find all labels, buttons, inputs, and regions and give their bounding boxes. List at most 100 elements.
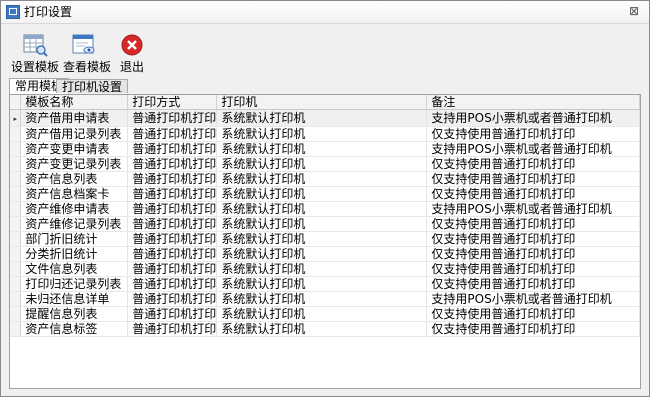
exit-button[interactable]: 退出: [114, 30, 150, 73]
row-header[interactable]: [10, 216, 22, 232]
table-row[interactable]: ▸ 资产借用申请表 普通打印机打印 系统默认打印机 支持用POS小票机或者普通打印机: [10, 109, 640, 127]
table-cell[interactable]: 系统默认打印机: [216, 231, 428, 247]
row-header[interactable]: [10, 201, 22, 217]
table-row[interactable]: 文件信息列表 普通打印机打印 系统默认打印机 仅支持使用普通打印机打印: [10, 261, 640, 277]
table-cell[interactable]: 普通打印机打印: [127, 216, 218, 232]
table-cell[interactable]: 系统默认打印机: [216, 261, 428, 277]
table-row[interactable]: 资产维修记录列表 普通打印机打印 系统默认打印机 仅支持使用普通打印机打印: [10, 216, 640, 232]
table-cell[interactable]: 系统默认打印机: [216, 291, 428, 307]
table-cell[interactable]: 资产信息列表: [20, 171, 129, 187]
table-cell[interactable]: 普通打印机打印: [127, 126, 218, 142]
row-header[interactable]: [10, 321, 22, 337]
table-cell[interactable]: 系统默认打印机: [216, 109, 428, 127]
table-cell[interactable]: 仅支持使用普通打印机打印: [426, 321, 640, 337]
table-cell[interactable]: 系统默认打印机: [216, 306, 428, 322]
table-cell[interactable]: 系统默认打印机: [216, 126, 428, 142]
table-row[interactable]: 资产信息档案卡 普通打印机打印 系统默认打印机 仅支持使用普通打印机打印: [10, 186, 640, 202]
table-row[interactable]: 资产信息标签 普通打印机打印 系统默认打印机 仅支持使用普通打印机打印: [10, 321, 640, 337]
table-cell[interactable]: 普通打印机打印: [127, 186, 218, 202]
table-cell[interactable]: 仅支持使用普通打印机打印: [426, 171, 640, 187]
title-bar[interactable]: 打印设置 ⊠: [1, 1, 649, 24]
table-row[interactable]: 提醒信息列表 普通打印机打印 系统默认打印机 仅支持使用普通打印机打印: [10, 306, 640, 322]
table-cell[interactable]: 支持用POS小票机或者普通打印机: [426, 291, 640, 307]
table-cell[interactable]: 仅支持使用普通打印机打印: [426, 246, 640, 262]
column-header[interactable]: 模板名称: [20, 95, 129, 110]
table-cell[interactable]: 资产变更记录列表: [20, 156, 129, 172]
table-row[interactable]: 资产变更申请表 普通打印机打印 系统默认打印机 支持用POS小票机或者普通打印机: [10, 141, 640, 157]
table-cell[interactable]: 系统默认打印机: [216, 186, 428, 202]
table-cell[interactable]: 系统默认打印机: [216, 201, 428, 217]
table-cell[interactable]: 支持用POS小票机或者普通打印机: [426, 201, 640, 217]
table-cell[interactable]: 文件信息列表: [20, 261, 129, 277]
table-cell[interactable]: 普通打印机打印: [127, 141, 218, 157]
table-cell[interactable]: 普通打印机打印: [127, 246, 218, 262]
table-cell[interactable]: 系统默认打印机: [216, 276, 428, 292]
table-cell[interactable]: 系统默认打印机: [216, 216, 428, 232]
table-cell[interactable]: 普通打印机打印: [127, 156, 218, 172]
table-cell[interactable]: 资产借用申请表: [20, 109, 129, 127]
table-cell[interactable]: 普通打印机打印: [127, 306, 218, 322]
set-template-button[interactable]: 设置模板: [9, 30, 61, 73]
table-cell[interactable]: 普通打印机打印: [127, 231, 218, 247]
row-header[interactable]: [10, 261, 22, 277]
table-row[interactable]: 资产维修申请表 普通打印机打印 系统默认打印机 支持用POS小票机或者普通打印机: [10, 201, 640, 217]
table-cell[interactable]: 资产信息档案卡: [20, 186, 129, 202]
row-header[interactable]: [10, 126, 22, 142]
row-header[interactable]: [10, 246, 22, 262]
table-cell[interactable]: 仅支持使用普通打印机打印: [426, 156, 640, 172]
table-cell[interactable]: 系统默认打印机: [216, 141, 428, 157]
table-row[interactable]: 资产变更记录列表 普通打印机打印 系统默认打印机 仅支持使用普通打印机打印: [10, 156, 640, 172]
table-cell[interactable]: 仅支持使用普通打印机打印: [426, 231, 640, 247]
table-cell[interactable]: 资产维修申请表: [20, 201, 129, 217]
table-cell[interactable]: 普通打印机打印: [127, 261, 218, 277]
table-cell[interactable]: 资产信息标签: [20, 321, 129, 337]
table-row[interactable]: 资产借用记录列表 普通打印机打印 系统默认打印机 仅支持使用普通打印机打印: [10, 126, 640, 142]
table-cell[interactable]: 系统默认打印机: [216, 246, 428, 262]
column-header[interactable]: 备注: [426, 95, 640, 110]
row-header[interactable]: [10, 291, 22, 307]
table-cell[interactable]: 分类折旧统计: [20, 246, 129, 262]
row-header[interactable]: [10, 306, 22, 322]
table-cell[interactable]: 普通打印机打印: [127, 291, 218, 307]
tab-printer-settings[interactable]: 打印机设置: [56, 79, 129, 94]
row-header[interactable]: [10, 171, 22, 187]
table-cell[interactable]: 仅支持使用普通打印机打印: [426, 186, 640, 202]
table-cell[interactable]: 仅支持使用普通打印机打印: [426, 306, 640, 322]
table-cell[interactable]: 仅支持使用普通打印机打印: [426, 126, 640, 142]
table-row[interactable]: 部门折旧统计 普通打印机打印 系统默认打印机 仅支持使用普通打印机打印: [10, 231, 640, 247]
row-header[interactable]: [10, 141, 22, 157]
table-cell[interactable]: 普通打印机打印: [127, 109, 218, 127]
table-cell[interactable]: 普通打印机打印: [127, 171, 218, 187]
table-cell[interactable]: 资产变更申请表: [20, 141, 129, 157]
row-header[interactable]: ▸: [10, 109, 22, 127]
table-cell[interactable]: 未归还信息详单: [20, 291, 129, 307]
row-header[interactable]: [10, 156, 22, 172]
column-header[interactable]: 打印机: [216, 95, 428, 110]
table-cell[interactable]: 资产借用记录列表: [20, 126, 129, 142]
table-cell[interactable]: 普通打印机打印: [127, 276, 218, 292]
table-row[interactable]: 打印归还记录列表 普通打印机打印 系统默认打印机 仅支持使用普通打印机打印: [10, 276, 640, 292]
table-cell[interactable]: 支持用POS小票机或者普通打印机: [426, 141, 640, 157]
table-cell[interactable]: 系统默认打印机: [216, 156, 428, 172]
table-cell[interactable]: 提醒信息列表: [20, 306, 129, 322]
column-header[interactable]: 打印方式: [127, 95, 218, 110]
table-cell[interactable]: 部门折旧统计: [20, 231, 129, 247]
table-cell[interactable]: 仅支持使用普通打印机打印: [426, 276, 640, 292]
table-row[interactable]: 分类折旧统计 普通打印机打印 系统默认打印机 仅支持使用普通打印机打印: [10, 246, 640, 262]
table-cell[interactable]: 仅支持使用普通打印机打印: [426, 216, 640, 232]
close-icon[interactable]: ⊠: [627, 4, 641, 18]
table-cell[interactable]: 打印归还记录列表: [20, 276, 129, 292]
table-cell[interactable]: 支持用POS小票机或者普通打印机: [426, 109, 640, 127]
table-cell[interactable]: 资产维修记录列表: [20, 216, 129, 232]
row-header[interactable]: [10, 186, 22, 202]
table-row[interactable]: 资产信息列表 普通打印机打印 系统默认打印机 仅支持使用普通打印机打印: [10, 171, 640, 187]
table-cell[interactable]: 仅支持使用普通打印机打印: [426, 261, 640, 277]
table-cell[interactable]: 系统默认打印机: [216, 171, 428, 187]
table-cell[interactable]: 系统默认打印机: [216, 321, 428, 337]
view-template-button[interactable]: 查看模板: [63, 30, 111, 73]
row-header[interactable]: [10, 231, 22, 247]
table-cell[interactable]: 普通打印机打印: [127, 201, 218, 217]
table-row[interactable]: 未归还信息详单 普通打印机打印 系统默认打印机 支持用POS小票机或者普通打印机: [10, 291, 640, 307]
row-header[interactable]: [10, 276, 22, 292]
table-cell[interactable]: 普通打印机打印: [127, 321, 218, 337]
